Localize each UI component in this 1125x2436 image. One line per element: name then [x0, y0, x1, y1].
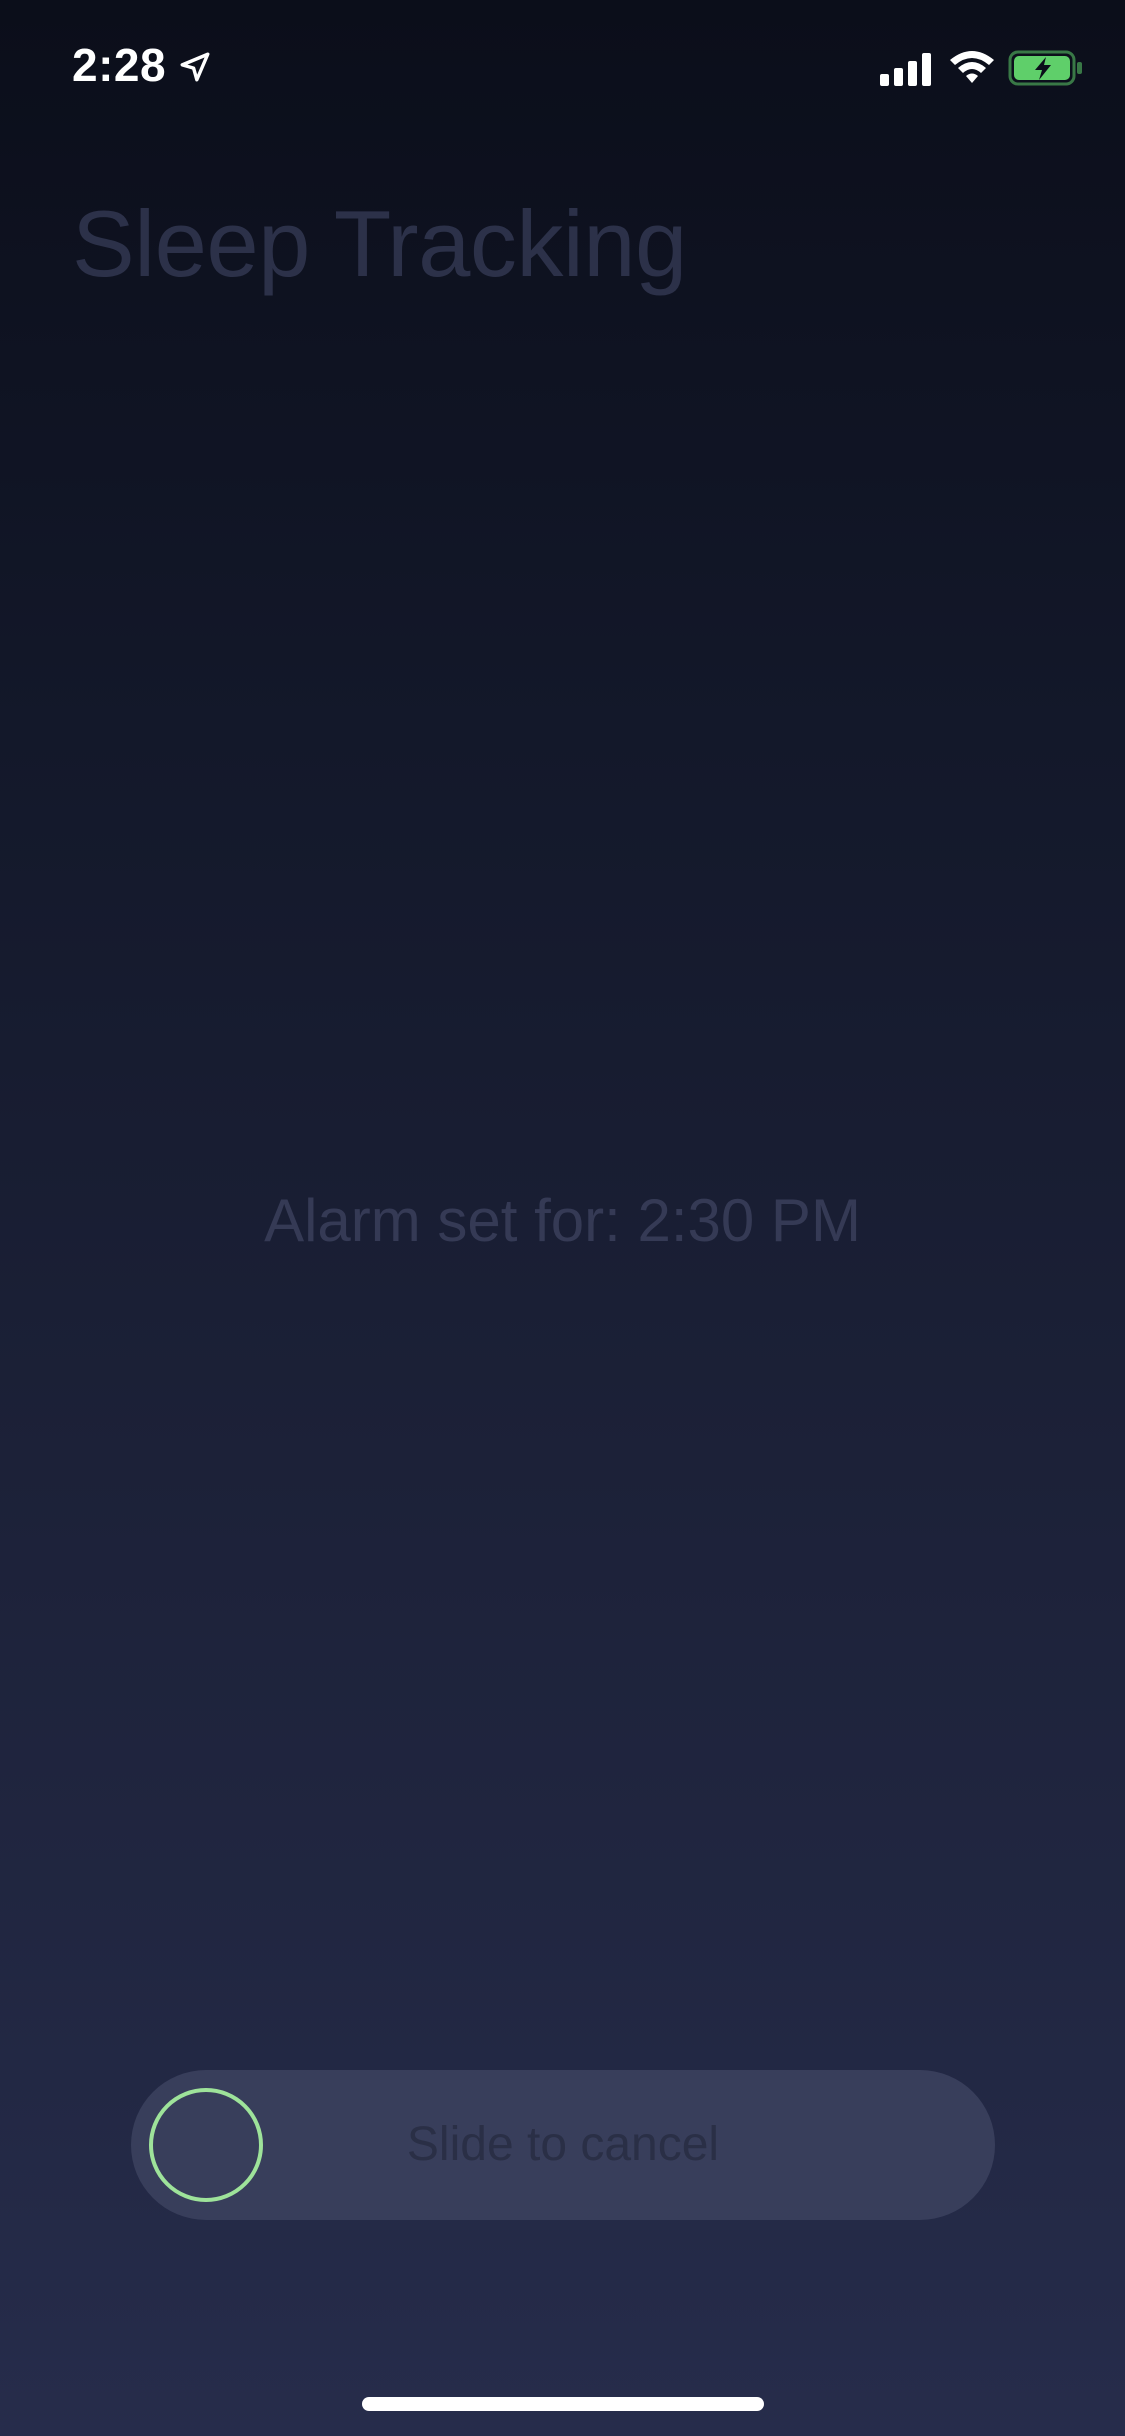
cellular-signal-icon	[880, 53, 931, 86]
wifi-icon	[950, 51, 994, 83]
location-arrow-icon	[180, 52, 210, 82]
slider-knob[interactable]	[149, 2088, 263, 2202]
status-time: 2:28	[72, 39, 167, 91]
battery-charging-icon	[1008, 50, 1082, 86]
status-bar: 2:28	[0, 0, 1125, 132]
alarm-time-label: Alarm set for: 2:30 PM	[264, 1187, 861, 1254]
home-indicator[interactable]	[362, 2397, 764, 2411]
slide-to-cancel-slider[interactable]: Slide to cancel	[131, 2070, 995, 2220]
page-title: Sleep Tracking	[72, 191, 687, 296]
